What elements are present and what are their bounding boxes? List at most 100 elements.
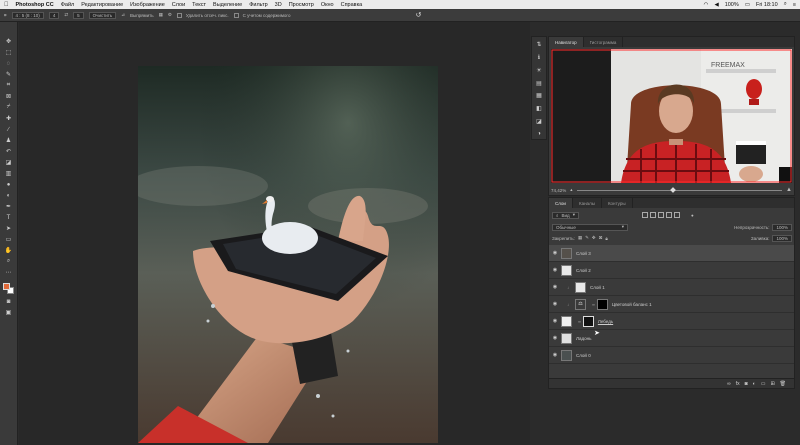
swatches-panel-icon[interactable]: ▦ xyxy=(534,91,544,101)
menu-list-icon[interactable]: ≡ xyxy=(793,2,796,8)
zoom-in-icon[interactable]: ▲ xyxy=(786,187,792,193)
shape-filter-icon[interactable] xyxy=(665,212,672,218)
filter-toggle-icon[interactable]: ● xyxy=(691,213,694,218)
tab-histogram[interactable]: Гистограмма xyxy=(584,37,624,47)
hand-tool-icon[interactable]: ✋ xyxy=(3,245,15,256)
grid-overlay-icon[interactable]: ▦ xyxy=(159,12,163,18)
screen-mode-icon[interactable]: ▣ xyxy=(3,307,15,318)
ratio-select[interactable]: 4 : 5 (8 : 10) xyxy=(11,11,44,19)
dodge-tool-icon[interactable]: ◐ xyxy=(3,190,15,201)
layer-row[interactable]: ◉ Ладонь xyxy=(549,330,794,347)
color-swatches[interactable] xyxy=(2,282,16,296)
move-tool-icon[interactable]: ✥ xyxy=(3,36,15,47)
layer-name[interactable]: Цветовой баланс 1 xyxy=(612,302,652,307)
menu-view[interactable]: Просмотр xyxy=(289,2,314,8)
type-tool-icon[interactable]: T xyxy=(3,212,15,223)
swap-icon[interactable]: ⇄ xyxy=(64,12,68,18)
height-input[interactable]: 5 xyxy=(73,11,84,19)
layer-row[interactable]: ◉ ↓ ⚖ ∞ Цветовой баланс 1 xyxy=(549,296,794,313)
clock[interactable]: Fri 18:10 xyxy=(756,2,778,8)
width-input[interactable]: 4 xyxy=(48,11,60,19)
layer-name[interactable]: Лебедь xyxy=(598,319,613,324)
visibility-eye-icon[interactable]: ◉ xyxy=(549,301,561,307)
pixel-filter-icon[interactable] xyxy=(641,212,648,218)
layer-name[interactable]: Слой 0 xyxy=(576,353,591,358)
zoom-value[interactable]: 74,42% xyxy=(551,188,566,193)
zoom-slider[interactable] xyxy=(576,186,783,193)
document-canvas[interactable] xyxy=(19,22,530,445)
blend-mode-select[interactable]: Обычные ▾ xyxy=(552,223,628,231)
menu-layers[interactable]: Слои xyxy=(172,2,185,8)
foreground-color-swatch[interactable] xyxy=(2,283,10,290)
adjustments-panel-icon[interactable]: ☀ xyxy=(534,66,544,76)
quick-select-tool-icon[interactable]: ✎ xyxy=(3,69,15,80)
menu-edit[interactable]: Редактирование xyxy=(81,2,123,8)
spotlight-icon[interactable]: ⌕ xyxy=(784,1,787,8)
lock-paint-icon[interactable]: ✎ xyxy=(585,235,589,241)
fill-input[interactable]: 100% xyxy=(772,234,792,242)
layer-name[interactable]: Слой 2 xyxy=(576,268,591,273)
visibility-eye-icon[interactable]: ◉ xyxy=(549,352,561,358)
menu-image[interactable]: Изображение xyxy=(130,2,165,8)
visibility-eye-icon[interactable]: ◉ xyxy=(549,284,561,290)
styles-panel-icon[interactable]: ◧ xyxy=(534,104,544,114)
link-layers-icon[interactable]: ∞ xyxy=(727,381,731,387)
tab-channels[interactable]: Каналы xyxy=(573,198,602,208)
more-tools-icon[interactable]: ⋯ xyxy=(3,267,15,278)
straighten-label[interactable]: Выпрямить xyxy=(130,13,154,18)
reset-icon[interactable]: ↺ xyxy=(415,11,421,19)
menu-filter[interactable]: Фильтр xyxy=(249,2,267,8)
lasso-tool-icon[interactable]: ◌ xyxy=(3,58,15,69)
smart-filter-icon[interactable] xyxy=(673,212,680,218)
layer-name[interactable]: Слой 3 xyxy=(576,251,591,256)
libraries-panel-icon[interactable]: ▤ xyxy=(534,78,544,88)
zoom-out-icon[interactable]: ▴ xyxy=(570,187,572,193)
new-group-icon[interactable]: ▭ xyxy=(761,381,766,387)
lock-pixels-icon[interactable]: ▦ xyxy=(578,235,582,241)
layer-name[interactable]: Ладонь xyxy=(576,336,591,341)
clear-button[interactable]: Очистить xyxy=(88,11,117,19)
tab-navigator[interactable]: Навигатор xyxy=(549,37,584,47)
zoom-tool-icon[interactable]: ⌕ xyxy=(3,256,15,267)
layer-row[interactable]: ◉ Слой 0 xyxy=(549,347,794,364)
menu-type[interactable]: Текст xyxy=(192,2,206,8)
new-layer-icon[interactable]: ⊞ xyxy=(770,381,774,387)
tab-layers[interactable]: Слои xyxy=(549,198,573,208)
layer-row[interactable]: ◉ Слой 3 xyxy=(549,245,794,262)
lock-move-icon[interactable]: ✥ xyxy=(592,235,596,241)
menu-window[interactable]: Окно xyxy=(321,2,334,8)
blur-tool-icon[interactable]: ● xyxy=(3,179,15,190)
visibility-eye-icon[interactable]: ◉ xyxy=(549,250,561,256)
layer-mask-thumbnail[interactable] xyxy=(596,298,608,310)
visibility-eye-icon[interactable]: ◉ xyxy=(549,267,561,273)
history-brush-icon[interactable]: ↶ xyxy=(3,146,15,157)
type-filter-icon[interactable] xyxy=(657,212,664,218)
crop-tool-icon[interactable]: ⌗ xyxy=(4,13,7,18)
pen-tool-icon[interactable]: ✒ xyxy=(3,201,15,212)
eraser-tool-icon[interactable]: ◪ xyxy=(3,157,15,168)
app-menu[interactable]: Photoshop CC xyxy=(16,2,54,8)
zoom-slider-handle[interactable] xyxy=(670,186,676,193)
brush-tool-icon[interactable]: ∕ xyxy=(3,124,15,135)
lock-all-icon[interactable]: 🔒︎ xyxy=(605,236,607,241)
document-image[interactable] xyxy=(138,66,438,443)
eyedropper-tool-icon[interactable]: ⌿ xyxy=(3,102,15,113)
shape-tool-icon[interactable]: ▭ xyxy=(3,234,15,245)
menu-file[interactable]: Файл xyxy=(61,2,75,8)
layer-row[interactable]: ◉ Слой 2 xyxy=(549,262,794,279)
path-select-tool-icon[interactable]: ➤ xyxy=(3,223,15,234)
menu-help[interactable]: Справка xyxy=(341,2,363,8)
straighten-icon[interactable]: ⊿ xyxy=(121,12,125,18)
filter-kind-select[interactable]: ⌕ Вид ▾ xyxy=(552,211,579,219)
new-adjustment-icon[interactable]: ◐ xyxy=(753,381,756,387)
gradient-tool-icon[interactable]: ▥ xyxy=(3,168,15,179)
menu-3d[interactable]: 3D xyxy=(275,2,282,8)
add-mask-icon[interactable]: ◙ xyxy=(745,381,748,387)
layer-mask-thumbnail[interactable] xyxy=(582,315,594,327)
layer-name[interactable]: Слой 1 xyxy=(590,285,605,290)
visibility-eye-icon[interactable]: ◉ xyxy=(549,318,561,324)
navigator-preview[interactable]: FREEMAX xyxy=(551,49,792,183)
content-aware-checkbox[interactable]: С учетом содержимого xyxy=(233,12,290,18)
visibility-eye-icon[interactable]: ◉ xyxy=(549,335,561,341)
adjustment-filter-icon[interactable] xyxy=(649,212,656,218)
